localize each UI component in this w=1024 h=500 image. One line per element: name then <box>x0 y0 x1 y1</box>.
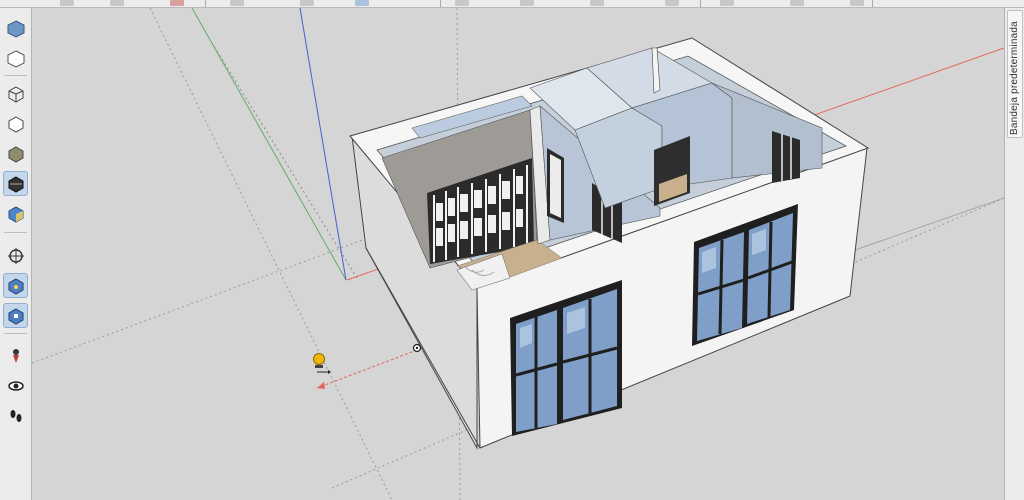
inference-endpoint-dot <box>415 346 419 350</box>
orbit-icon[interactable] <box>3 243 28 268</box>
toolbar-button-icon[interactable] <box>230 0 244 6</box>
toolbar-button-icon[interactable] <box>60 0 74 6</box>
toolbar-separator <box>872 0 873 7</box>
views-styles-camera-toolbar <box>0 8 32 500</box>
toolbar-button-icon[interactable] <box>455 0 469 6</box>
toolbar-button-icon[interactable] <box>300 0 314 6</box>
xray-style-icon[interactable] <box>3 81 28 106</box>
tape-measure-cursor-icon <box>313 353 331 374</box>
toolbar-separator <box>4 232 27 233</box>
toolbar-button-icon[interactable] <box>850 0 864 6</box>
right-tray-panel: Bandeja predeterminada <box>1004 8 1024 500</box>
modeling-viewport[interactable] <box>32 8 1004 500</box>
zoom-icon[interactable] <box>3 303 28 328</box>
default-tray-tab[interactable]: Bandeja predeterminada <box>1007 10 1023 138</box>
toolbar-button-icon[interactable] <box>110 0 124 6</box>
default-tray-label: Bandeja predeterminada <box>1009 21 1020 135</box>
toolbar-button-icon[interactable] <box>790 0 804 6</box>
toolbar-button-icon[interactable] <box>590 0 604 6</box>
toolbar-separator <box>4 75 27 76</box>
top-view-icon[interactable] <box>3 46 28 71</box>
position-camera-icon[interactable] <box>3 343 28 368</box>
interior-door-panel <box>550 154 561 218</box>
wireframe-style-icon[interactable] <box>3 111 28 136</box>
top-toolbar <box>0 0 1024 8</box>
toolbar-button-icon[interactable] <box>170 0 184 6</box>
toolbar-separator <box>700 0 701 7</box>
monochrome-style-icon[interactable] <box>3 171 28 196</box>
front-view-icon[interactable] <box>3 16 28 41</box>
textured-style-icon[interactable] <box>3 201 28 226</box>
toolbar-button-icon[interactable] <box>720 0 734 6</box>
sketchup-window: Bandeja predeterminada <box>0 0 1024 500</box>
pan-icon[interactable] <box>3 273 28 298</box>
scene-canvas[interactable] <box>32 8 1004 500</box>
guide-line <box>149 8 393 500</box>
red-axis-dashed <box>316 349 418 389</box>
toolbar-separator <box>440 0 441 7</box>
toolbar-separator <box>4 333 27 334</box>
toolbar-button-icon[interactable] <box>520 0 534 6</box>
toolbar-button-icon[interactable] <box>665 0 679 6</box>
shaded-style-icon[interactable] <box>3 141 28 166</box>
toolbar-button-icon[interactable] <box>355 0 369 6</box>
toolbar-separator <box>205 0 206 7</box>
guide-line <box>211 42 358 279</box>
walk-icon[interactable] <box>3 403 28 428</box>
measure-arrow-icon <box>317 382 325 389</box>
back-room-window <box>772 131 800 183</box>
look-around-icon[interactable] <box>3 373 28 398</box>
